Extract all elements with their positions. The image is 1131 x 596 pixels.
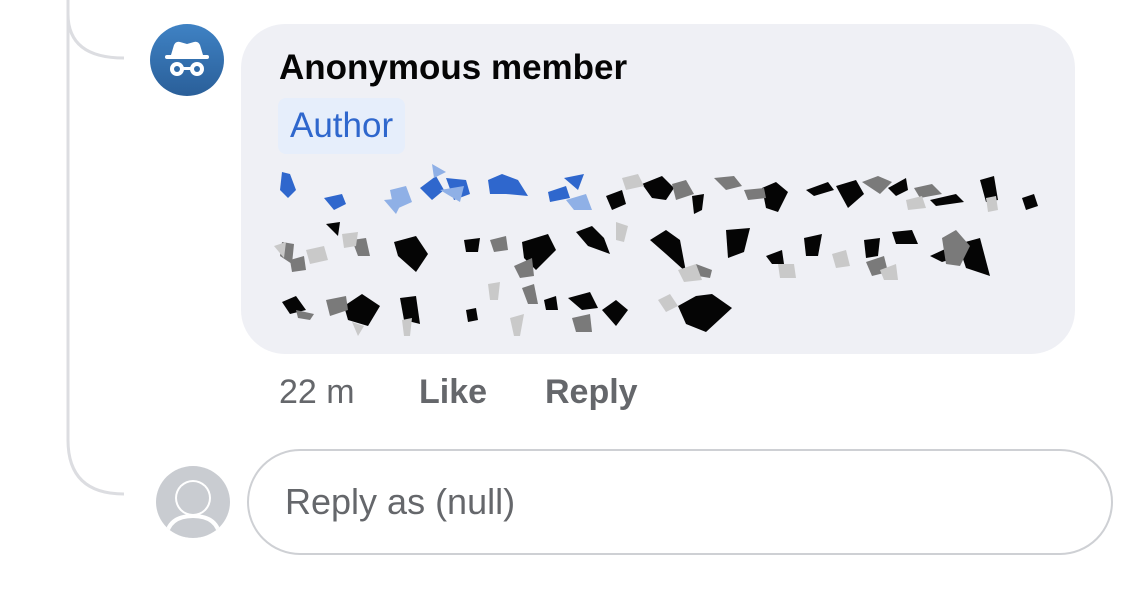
comment-thread: Anonymous member Author 22 m Like Reply … <box>0 0 1131 596</box>
default-avatar-icon <box>164 480 222 538</box>
reply-input[interactable] <box>247 449 1113 555</box>
incognito-icon <box>165 41 209 76</box>
anonymous-avatar[interactable] <box>150 24 224 96</box>
reply-button[interactable]: Reply <box>545 370 638 414</box>
like-button[interactable]: Like <box>419 370 487 414</box>
redacted-comment-text <box>274 164 1038 336</box>
author-badge: Author <box>278 98 406 154</box>
user-avatar[interactable] <box>156 466 230 538</box>
comment-timestamp[interactable]: 22 m <box>279 370 355 414</box>
author-name[interactable]: Anonymous member <box>279 48 627 88</box>
